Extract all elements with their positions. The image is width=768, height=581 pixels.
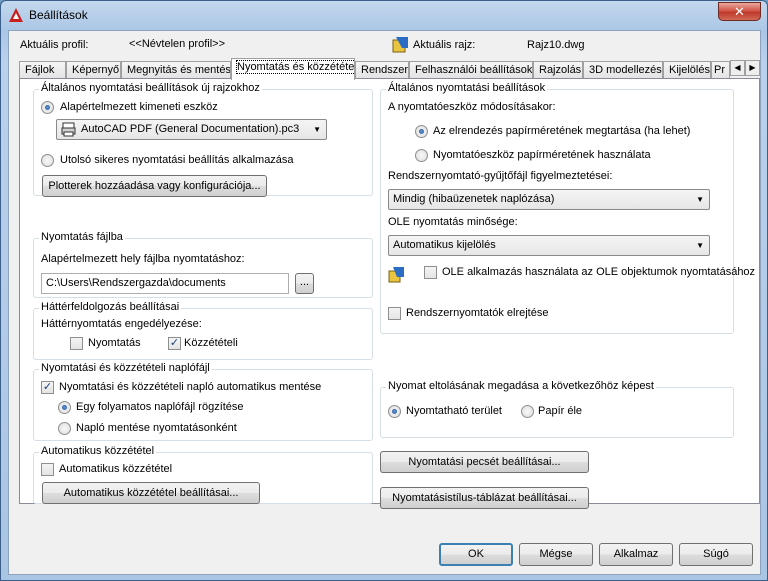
ole-quality-label: OLE nyomtatás minősége: bbox=[388, 216, 518, 228]
group-background-processing: Háttérfeldolgozás beállításai Háttérnyom… bbox=[33, 301, 373, 360]
title-bar[interactable]: Beállítások ✕ bbox=[1, 1, 767, 29]
tab-profiles[interactable]: Pr bbox=[711, 61, 730, 79]
keep-layout-paper-label: Az elrendezés papírméretének megtartása … bbox=[433, 125, 691, 137]
last-successful-radio[interactable] bbox=[41, 154, 54, 167]
tab-user-preferences[interactable]: Felhasználói beállítások bbox=[409, 61, 533, 79]
ok-button[interactable]: OK bbox=[439, 543, 513, 566]
ole-object-icon bbox=[388, 267, 404, 283]
auto-save-log-checkbox[interactable]: ✓ bbox=[41, 381, 54, 394]
continuous-log-radio[interactable] bbox=[58, 401, 71, 414]
continuous-log-label: Egy folyamatos naplófájl rögzítése bbox=[76, 401, 244, 413]
output-device-dropdown[interactable]: AutoCAD PDF (General Documentation).pc3 … bbox=[56, 119, 327, 140]
plot-publish-page: Általános nyomtatási beállítások új rajz… bbox=[19, 78, 760, 509]
paper-edge-radio[interactable] bbox=[521, 405, 534, 418]
tab-3d-modeling[interactable]: 3D modellezés bbox=[583, 61, 663, 79]
browse-button[interactable]: ... bbox=[295, 273, 314, 294]
hide-system-printers-checkbox[interactable] bbox=[388, 307, 401, 320]
apply-button[interactable]: Alkalmaz bbox=[599, 543, 673, 566]
group-log-file: Nyomtatási és közzétételi naplófájl ✓ Ny… bbox=[33, 362, 373, 441]
auto-publish-checkbox[interactable] bbox=[41, 463, 54, 476]
plot-stamp-settings-button[interactable]: Nyomtatási pecsét beállításai... bbox=[380, 451, 589, 473]
ole-app-checkbox[interactable] bbox=[424, 266, 437, 279]
keep-layout-paper-radio[interactable] bbox=[415, 125, 428, 138]
tab-plot-publish[interactable]: Nyomtatás és közzététel bbox=[231, 58, 355, 80]
background-plotting-label: Nyomtatás bbox=[88, 337, 141, 349]
printable-area-label: Nyomtatható terület bbox=[406, 405, 502, 417]
default-output-label: Alapértelmezett kimeneti eszköz bbox=[60, 101, 218, 113]
plot-file-path-input[interactable]: C:\Users\Rendszergazda\documents bbox=[41, 273, 289, 294]
per-plot-log-radio[interactable] bbox=[58, 422, 71, 435]
close-button[interactable]: ✕ bbox=[718, 2, 761, 21]
tab-scroll-right-icon[interactable]: ▶ bbox=[745, 60, 760, 76]
options-dialog: Beállítások ✕ Aktuális profil: <<Névtele… bbox=[0, 0, 768, 581]
group-title: Háttérfeldolgozás beállításai bbox=[39, 301, 182, 313]
chevron-down-icon: ▼ bbox=[696, 195, 704, 204]
plot-file-location-label: Alapértelmezett hely fájlba nyomtatáshoz… bbox=[41, 253, 245, 265]
group-title: Nyomat eltolásának megadása a következőh… bbox=[386, 380, 656, 392]
auto-publish-settings-button[interactable]: Automatikus közzététel beállításai... bbox=[42, 482, 260, 504]
plotter-icon bbox=[61, 122, 76, 137]
when-changing-device-label: A nyomtatóeszköz módosításakor: bbox=[388, 101, 556, 113]
auto-save-log-label: Nyomtatási és közzétételi napló automati… bbox=[59, 381, 322, 393]
background-plotting-checkbox[interactable] bbox=[70, 337, 83, 350]
group-general-plot-options: Általános nyomtatási beállítások A nyomt… bbox=[380, 82, 755, 334]
current-profile-label: Aktuális profil: bbox=[20, 39, 89, 51]
tab-system[interactable]: Rendszer bbox=[355, 61, 409, 79]
chevron-down-icon: ▼ bbox=[313, 125, 321, 134]
tab-open-save[interactable]: Megnyitás és mentés bbox=[121, 61, 231, 79]
use-device-paper-label: Nyomtatóeszköz papírméretének használata bbox=[433, 149, 651, 161]
group-plot-to-file: Nyomtatás fájlba Alapértelmezett hely fá… bbox=[33, 231, 373, 298]
group-new-drawings: Általános nyomtatási beállítások új rajz… bbox=[33, 82, 373, 197]
paper-edge-label: Papír éle bbox=[538, 405, 583, 417]
current-profile-value: <<Névtelen profil>> bbox=[129, 38, 226, 50]
spooler-alerts-label: Rendszernyomtató-gyűjtőfájl figyelmeztet… bbox=[388, 170, 613, 182]
tab-strip: Fájlok Képernyő Megnyitás és mentés Nyom… bbox=[19, 58, 760, 80]
add-plotter-button[interactable]: Plotterek hozzáadása vagy konfigurációja… bbox=[42, 175, 267, 197]
use-device-paper-radio[interactable] bbox=[415, 149, 428, 162]
group-title: Automatikus közzététel bbox=[39, 445, 157, 457]
ole-quality-dropdown[interactable]: Automatikus kijelölés ▼ bbox=[388, 235, 710, 256]
group-auto-publish: Automatikus közzététel Automatikus közzé… bbox=[33, 445, 373, 504]
group-title: Általános nyomtatási beállítások bbox=[386, 82, 548, 94]
cancel-button[interactable]: Mégse bbox=[519, 543, 593, 566]
background-publishing-label: Közzétételi bbox=[184, 337, 238, 349]
printable-area-radio[interactable] bbox=[388, 405, 401, 418]
per-plot-log-label: Napló mentése nyomtatásonként bbox=[76, 422, 237, 434]
tab-drafting[interactable]: Rajzolás bbox=[533, 61, 583, 79]
drawing-file-icon bbox=[392, 37, 408, 53]
group-plot-offset: Nyomat eltolásának megadása a következőh… bbox=[380, 380, 734, 438]
current-drawing-value: Rajz10.dwg bbox=[527, 39, 585, 51]
chevron-down-icon: ▼ bbox=[696, 241, 704, 250]
dialog-body: Aktuális profil: <<Névtelen profil>> Akt… bbox=[8, 30, 761, 575]
tab-display[interactable]: Képernyő bbox=[66, 61, 121, 79]
last-successful-label: Utolsó sikeres nyomtatási beállítás alka… bbox=[60, 154, 294, 166]
default-output-radio[interactable] bbox=[41, 101, 54, 114]
tab-scroll-left-icon[interactable]: ◀ bbox=[730, 60, 745, 76]
help-button[interactable]: Súgó bbox=[679, 543, 753, 566]
background-publishing-checkbox[interactable]: ✓ bbox=[168, 337, 181, 350]
plot-style-table-settings-button[interactable]: Nyomtatásistílus-táblázat beállításai... bbox=[380, 487, 589, 509]
autocad-logo-icon bbox=[9, 8, 23, 22]
auto-publish-label: Automatikus közzététel bbox=[59, 463, 173, 475]
ole-app-label: OLE alkalmazás használata az OLE objektu… bbox=[442, 266, 756, 278]
window-title: Beállítások bbox=[29, 8, 88, 22]
group-title: Nyomtatási és közzétételi naplófájl bbox=[39, 362, 212, 374]
group-title: Általános nyomtatási beállítások új rajz… bbox=[39, 82, 262, 94]
group-title: Nyomtatás fájlba bbox=[39, 231, 125, 243]
spooler-alerts-dropdown[interactable]: Mindig (hibaüzenetek naplózása) ▼ bbox=[388, 189, 710, 210]
hide-system-printers-label: Rendszernyomtatók elrejtése bbox=[406, 307, 549, 319]
current-drawing-label: Aktuális rajz: bbox=[413, 39, 476, 51]
tab-selection[interactable]: Kijelölés bbox=[663, 61, 711, 79]
tab-files[interactable]: Fájlok bbox=[19, 61, 66, 79]
background-enable-label: Háttérnyomtatás engedélyezése: bbox=[41, 318, 202, 330]
